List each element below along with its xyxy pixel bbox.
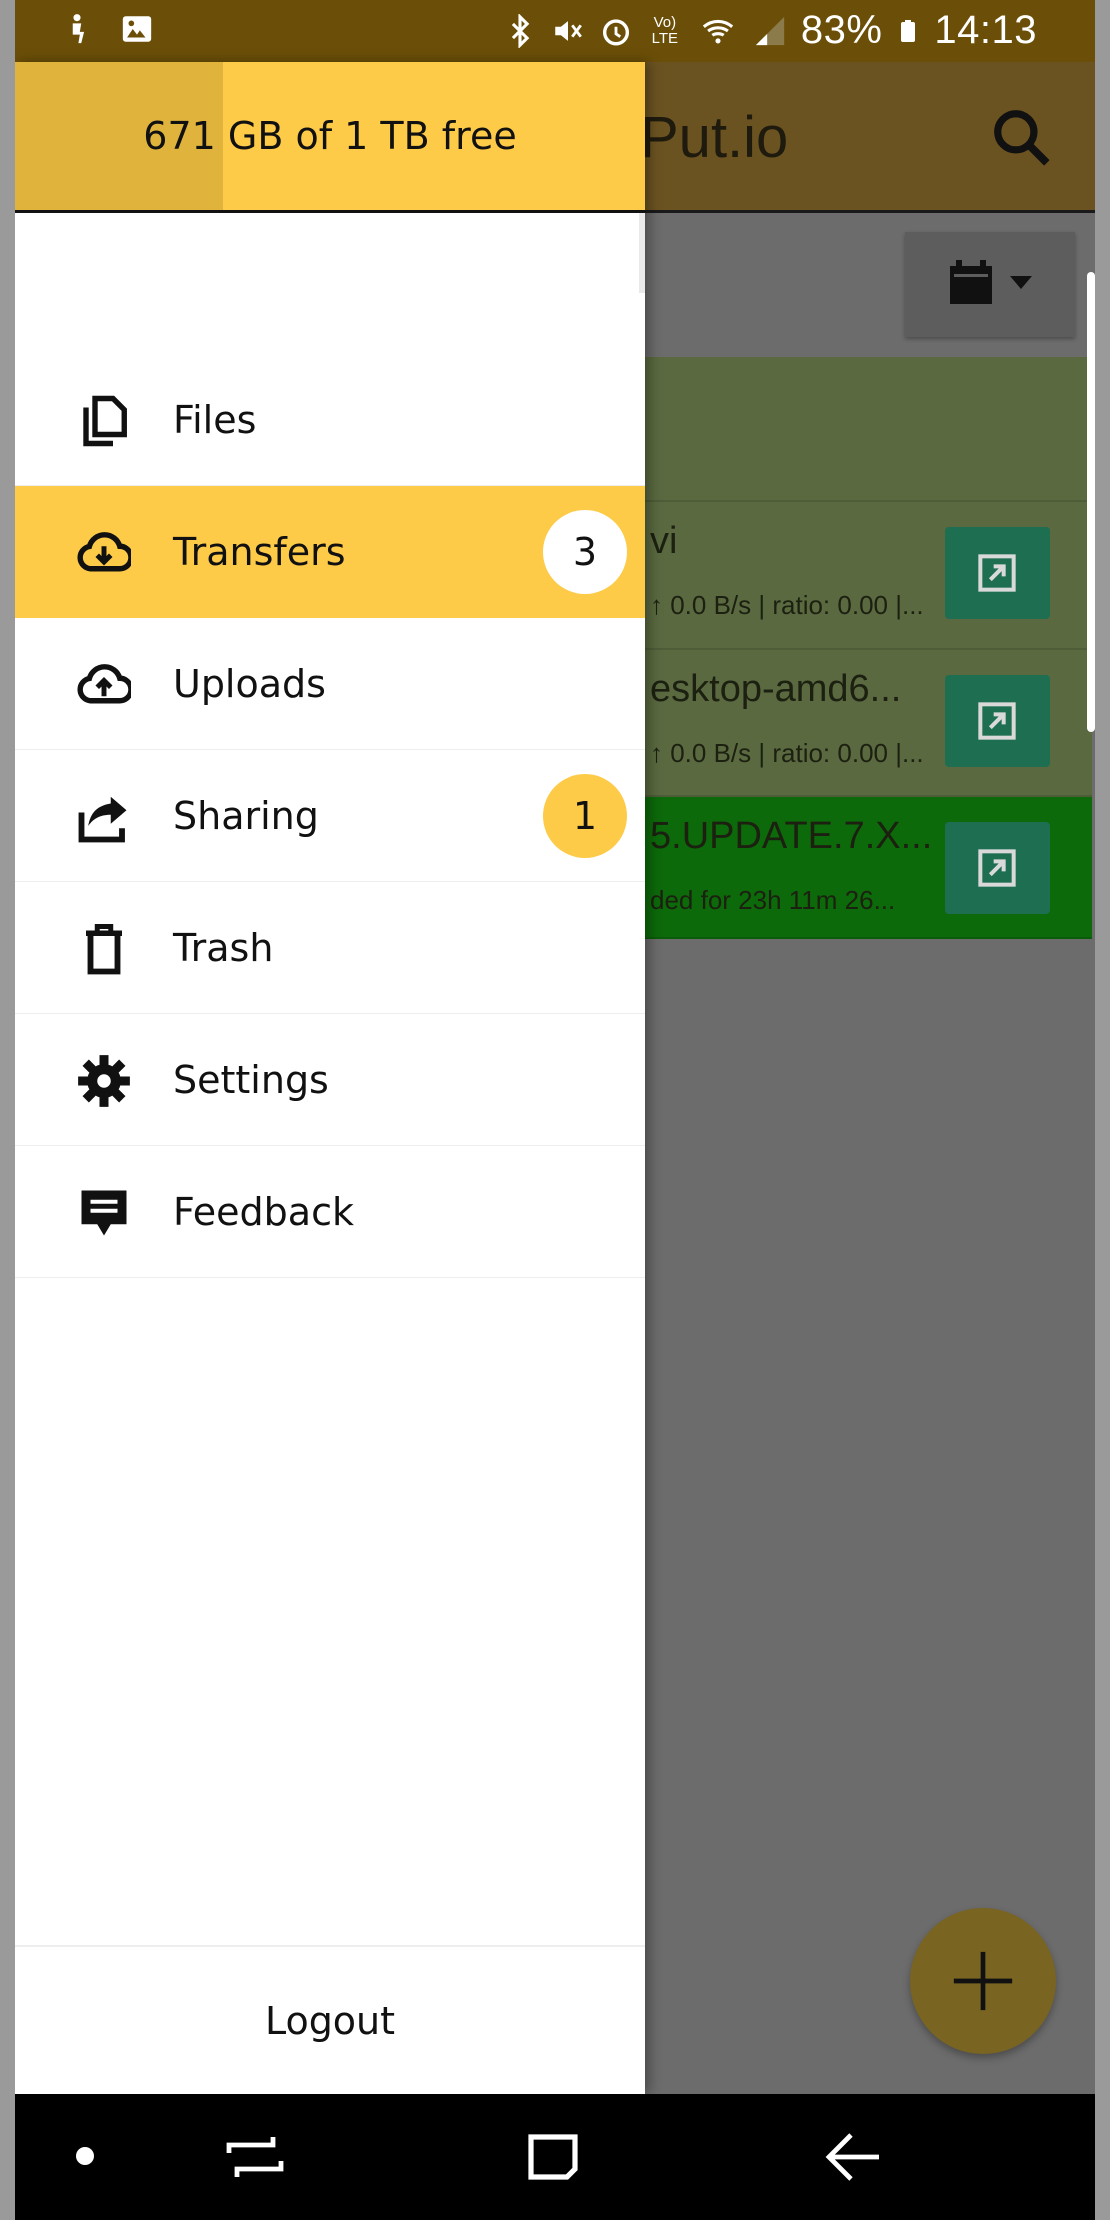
menu-item-settings[interactable]: Settings xyxy=(15,1014,645,1146)
search-icon[interactable] xyxy=(990,106,1052,168)
menu-item-sharing[interactable]: Sharing 1 xyxy=(15,750,645,882)
calendar-sort-icon xyxy=(950,260,1032,304)
open-icon xyxy=(978,554,1016,592)
transfer-status: ded for 23h 11m 26... xyxy=(650,885,896,915)
sharing-count-badge: 1 xyxy=(543,774,627,858)
menu-item-label: Transfers xyxy=(173,530,346,574)
transfer-row[interactable]: esktop-amd6... ↑ 0.0 B/s | ratio: 0.00 |… xyxy=(630,650,1092,797)
menu-item-uploads[interactable]: Uploads xyxy=(15,618,645,750)
menu-item-transfers[interactable]: Transfers 3 xyxy=(15,486,645,618)
notification-image-icon xyxy=(122,16,152,42)
storage-divider xyxy=(15,210,645,213)
open-transfer-button[interactable] xyxy=(945,527,1050,619)
scroll-indicator xyxy=(1087,272,1095,732)
open-icon xyxy=(978,849,1016,887)
notification-person-icon xyxy=(72,14,85,44)
list-header-row xyxy=(630,357,1092,502)
wifi-icon xyxy=(702,19,733,43)
menu-item-label: Uploads xyxy=(173,662,326,706)
open-transfer-button[interactable] xyxy=(945,822,1050,914)
menu-item-label: Trash xyxy=(173,926,274,970)
signal-icon xyxy=(755,16,784,45)
transfer-status: ↑ 0.0 B/s | ratio: 0.00 |... xyxy=(650,738,924,768)
menu-item-trash[interactable]: Trash xyxy=(15,882,645,1014)
clock: 14:13 xyxy=(934,8,1037,52)
menu-item-label: Settings xyxy=(173,1058,329,1102)
volte-indicator: Vo) LTE xyxy=(651,13,679,47)
battery-icon xyxy=(901,19,916,42)
transfer-title: 5.UPDATE.7.X... xyxy=(650,815,933,857)
recent-apps-icon[interactable] xyxy=(225,2129,285,2185)
menu-item-label: Feedback xyxy=(173,1190,354,1234)
app-title: Put.io xyxy=(640,105,789,170)
transfer-row[interactable]: vi ↑ 0.0 B/s | ratio: 0.00 |... xyxy=(630,502,1092,650)
cloud-download-icon xyxy=(77,532,131,572)
transfer-status: ↑ 0.0 B/s | ratio: 0.00 |... xyxy=(650,590,924,620)
home-button-icon[interactable] xyxy=(523,2129,583,2185)
nav-dot-indicator xyxy=(76,2147,94,2165)
drawer-menu: Files Transfers 3 Uploads Sharing 1 Tras… xyxy=(15,354,645,1278)
open-transfer-button[interactable] xyxy=(945,675,1050,767)
files-icon xyxy=(83,395,127,447)
system-navigation-bar xyxy=(15,2094,1095,2220)
feedback-icon xyxy=(81,1190,127,1236)
screen: Vo) LTE 83% 14:13 Put.io vi ↑ 0.0 B/s | r… xyxy=(15,0,1095,2220)
open-icon xyxy=(978,702,1016,740)
bluetooth-icon xyxy=(511,13,530,48)
menu-item-feedback[interactable]: Feedback xyxy=(15,1146,645,1278)
transfers-count-badge: 3 xyxy=(543,510,627,594)
navigation-drawer: 671 GB of 1 TB free Files Transfers 3 Up… xyxy=(15,62,645,2094)
storage-indicator: 671 GB of 1 TB free xyxy=(15,62,645,210)
drawer-scrollbar xyxy=(639,213,645,293)
storage-text: 671 GB of 1 TB free xyxy=(143,114,517,158)
cloud-upload-icon xyxy=(77,664,131,704)
battery-percent: 83% xyxy=(800,8,883,52)
alarm-icon xyxy=(602,18,629,45)
share-icon xyxy=(78,796,127,843)
menu-item-label: Sharing xyxy=(173,794,319,838)
logout-button[interactable]: Logout xyxy=(15,1947,645,2096)
add-transfer-button[interactable] xyxy=(910,1908,1056,2054)
logout-section: Logout xyxy=(15,1945,645,2094)
menu-item-label: Files xyxy=(173,398,257,442)
trash-icon xyxy=(86,924,122,975)
menu-item-files[interactable]: Files xyxy=(15,354,645,486)
transfer-title: esktop-amd6... xyxy=(650,668,902,710)
sort-button[interactable] xyxy=(905,232,1075,337)
mute-icon xyxy=(555,20,582,41)
status-bar: Vo) LTE 83% 14:13 xyxy=(15,0,1095,62)
back-arrow-icon[interactable] xyxy=(823,2129,883,2185)
transfer-title: vi xyxy=(650,520,678,562)
transfer-row[interactable]: 5.UPDATE.7.X... ded for 23h 11m 26... xyxy=(630,797,1092,939)
plus-icon xyxy=(953,1951,1013,2011)
gear-icon xyxy=(78,1055,130,1107)
